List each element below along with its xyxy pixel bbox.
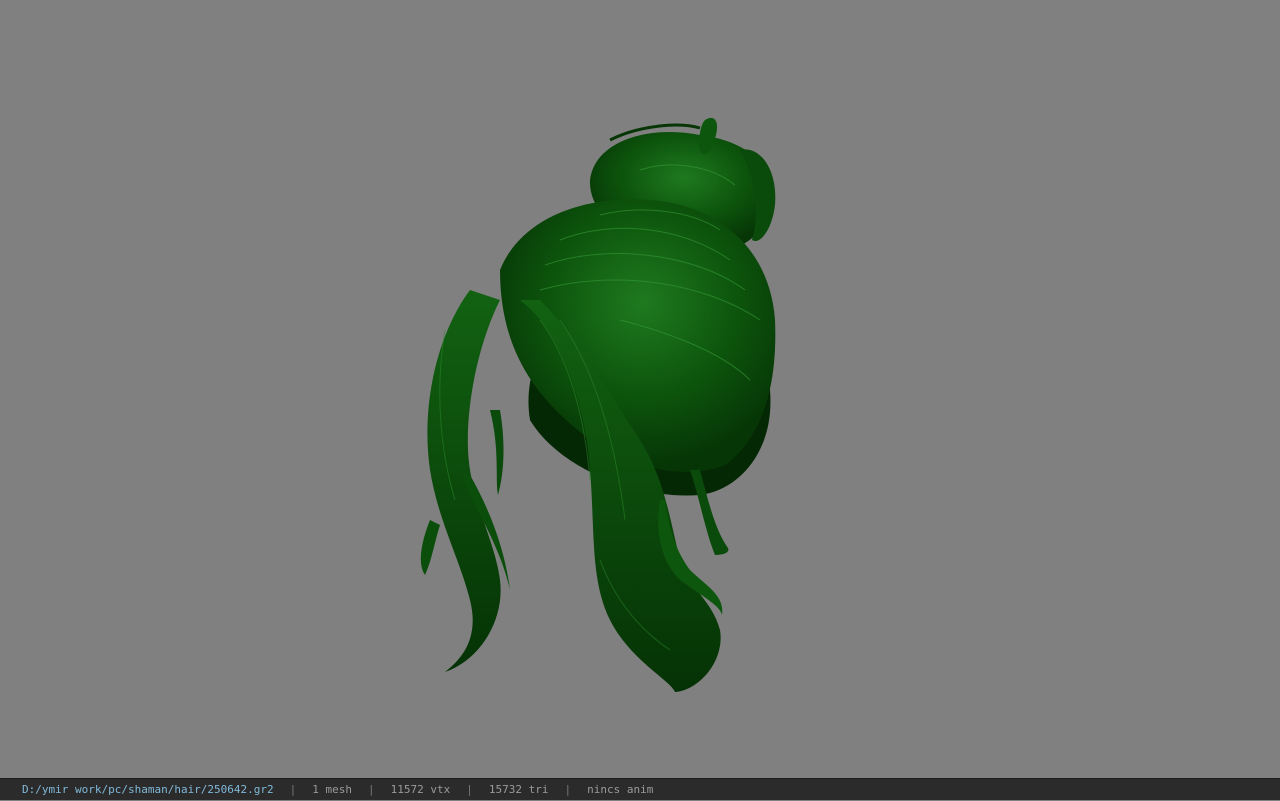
mesh-count: 1 mesh (312, 783, 353, 796)
hair-mesh-icon (420, 117, 776, 692)
triangle-count: 15732 tri (488, 783, 549, 796)
anim-status: nincs anim (587, 783, 654, 796)
file-path: D:/ymir work/pc/shaman/hair/250642.gr2 (22, 783, 274, 796)
status-bar: D:/ymir work/pc/shaman/hair/250642.gr2 | 1… (0, 778, 1280, 800)
vertex-count: 11572 vtx (390, 783, 451, 796)
3d-viewport[interactable] (0, 0, 1280, 778)
separator: | (466, 783, 473, 796)
separator: | (368, 783, 375, 796)
separator: | (564, 783, 572, 796)
separator: | (289, 783, 297, 796)
